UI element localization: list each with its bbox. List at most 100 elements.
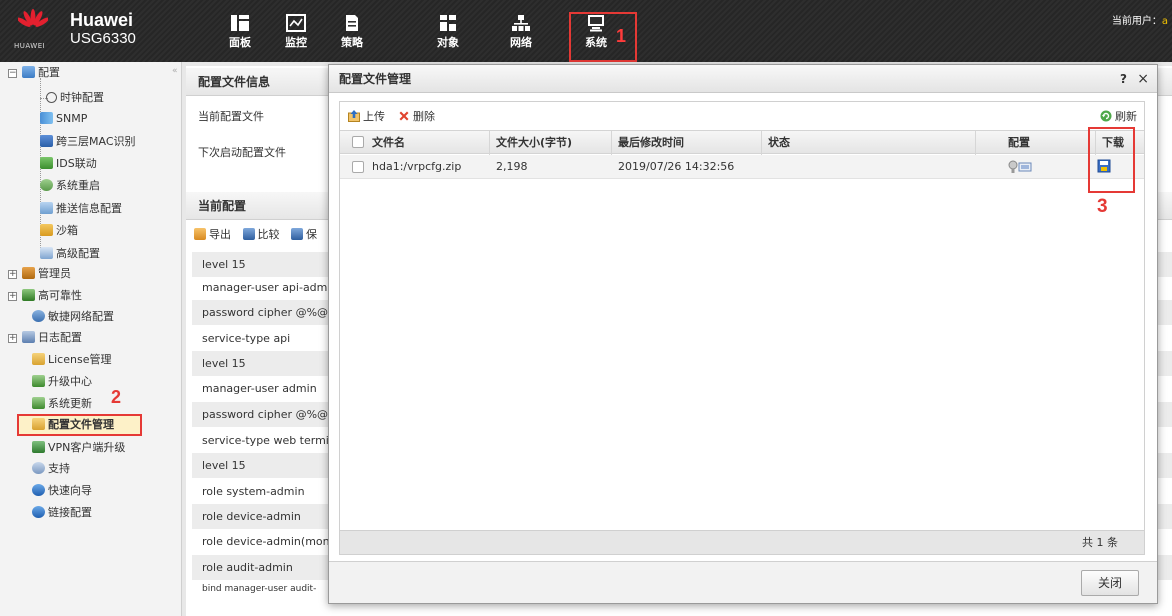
sidebar-item-label: 高可靠性 (38, 289, 82, 302)
sidebar-item-clock[interactable]: 时钟配置 (46, 89, 104, 107)
help-icon[interactable]: ? (1120, 65, 1127, 93)
current-user-value[interactable]: a (1162, 16, 1168, 27)
sidebar-item-label: 敏捷网络配置 (48, 310, 114, 323)
sidebar-item-label: 配置文件管理 (48, 418, 114, 431)
column-header-status[interactable]: 状态 (762, 131, 976, 155)
export-button[interactable]: 导出 (194, 226, 231, 242)
sidebar-item-config[interactable]: 配置 (22, 64, 60, 82)
column-header-modified[interactable]: 最后修改时间 (612, 131, 762, 155)
nav-dashboard[interactable]: 面板 (215, 10, 265, 56)
quick-wizard-icon (32, 484, 45, 496)
system-update-icon (32, 397, 45, 409)
agile-network-icon (32, 310, 45, 322)
select-all-checkbox[interactable] (352, 136, 364, 148)
sidebar-item-mac-identify[interactable]: 跨三层MAC识别 (40, 133, 136, 151)
sidebar-item-admin[interactable]: 管理员 (22, 265, 71, 283)
sidebar-item-advanced[interactable]: 高级配置 (40, 245, 100, 263)
sidebar-item-sandbox[interactable]: 沙箱 (40, 222, 78, 240)
sidebar-item-high-availability[interactable]: 高可靠性 (22, 287, 82, 305)
config-file-icon (32, 418, 45, 430)
nav-label: 策略 (341, 36, 363, 49)
save-button[interactable]: 保 (291, 226, 317, 242)
nav-policy[interactable]: 策略 (327, 10, 377, 56)
mac-identify-icon (40, 135, 53, 147)
close-button[interactable]: 关闭 (1081, 570, 1139, 596)
sidebar-item-log-config[interactable]: 日志配置 (22, 329, 82, 347)
sidebar-collapse-icon[interactable]: « (172, 66, 178, 76)
sidebar-item-support[interactable]: 支持 (32, 460, 70, 478)
sidebar-item-ids[interactable]: IDS联动 (40, 155, 97, 173)
advanced-config-icon (40, 247, 53, 259)
sidebar-item-config-file-management[interactable]: 配置文件管理 (32, 416, 114, 434)
nav-network[interactable]: 网络 (496, 10, 546, 56)
table-row[interactable]: hda1:/vrpcfg.zip 2,198 2019/07/26 14:32:… (340, 155, 1144, 179)
sidebar-item-restart[interactable]: 系统重启 (40, 177, 100, 195)
monitor-chart-icon (286, 14, 306, 32)
current-config-file-label: 当前配置文件 (198, 110, 264, 123)
config-folder-icon (22, 66, 35, 78)
sidebar-item-label: 高级配置 (56, 247, 100, 260)
sidebar-item-label: 快速向导 (48, 484, 92, 497)
export-label: 导出 (209, 228, 231, 241)
logo-text: HUAWEI (14, 42, 46, 50)
dialog-body: 上传 删除 刷新 文件名 文件大小(字节) 最后修改时间 状态 配置 下载 hd… (339, 101, 1145, 555)
compare-icon (242, 228, 255, 240)
snmp-icon (40, 112, 53, 124)
sidebar-item-label: License管理 (48, 353, 112, 366)
sidebar-item-label: 管理员 (38, 267, 71, 280)
export-icon (194, 228, 206, 240)
sidebar-item-push-message[interactable]: 推送信息配置 (40, 200, 122, 218)
column-header-config[interactable]: 配置 (976, 131, 1096, 155)
product-name: Huawei (70, 10, 134, 30)
sidebar-item-label: IDS联动 (56, 157, 97, 170)
top-header: HUAWEI Huawei USG6330 面板 监控 策略 对象 网络 系统 … (0, 0, 1172, 62)
close-icon[interactable]: × (1137, 65, 1149, 93)
ids-shield-icon (40, 157, 53, 169)
nav-monitor[interactable]: 监控 (271, 10, 321, 56)
expand-collapse-icon[interactable]: − (8, 69, 17, 78)
sidebar-item-label: 跨三层MAC识别 (56, 135, 136, 148)
expand-collapse-icon[interactable]: + (8, 334, 17, 343)
expand-collapse-icon[interactable]: + (8, 292, 17, 301)
refresh-button[interactable]: 刷新 (1100, 108, 1137, 124)
sidebar-item-snmp[interactable]: SNMP (40, 110, 87, 128)
compare-button[interactable]: 比较 (242, 226, 280, 242)
nav-label: 对象 (437, 36, 459, 49)
sidebar-item-system-update[interactable]: 系统更新 (32, 395, 92, 413)
admin-icon (22, 267, 35, 279)
sandbox-icon (40, 224, 53, 236)
cell-size: 2,198 (496, 160, 528, 173)
sidebar-item-upgrade-center[interactable]: 升级中心 (32, 373, 92, 391)
next-startup-config-label: 下次启动配置文件 (198, 146, 286, 159)
column-header-size[interactable]: 文件大小(字节) (490, 131, 612, 155)
row-checkbox[interactable] (352, 161, 364, 173)
sidebar-item-vpn-client[interactable]: VPN客户端升级 (32, 439, 125, 457)
sidebar-item-agile-network[interactable]: 敏捷网络配置 (32, 308, 114, 326)
sidebar-item-link-config[interactable]: 链接配置 (32, 504, 92, 522)
nav-object[interactable]: 对象 (423, 10, 473, 56)
current-user: 当前用户：a (1112, 12, 1168, 27)
save-icon (291, 228, 303, 240)
sidebar-item-label: 日志配置 (38, 331, 82, 344)
sidebar-item-label: 链接配置 (48, 506, 92, 519)
nav-label: 面板 (229, 36, 251, 49)
push-message-icon (40, 202, 53, 214)
sidebar-item-label: 系统更新 (48, 397, 92, 410)
vpn-client-icon (32, 441, 45, 453)
clock-icon (46, 92, 57, 103)
sidebar-item-label: 升级中心 (48, 375, 92, 388)
set-startup-config-icon[interactable] (1008, 160, 1034, 177)
sidebar-item-license[interactable]: License管理 (32, 351, 111, 369)
column-header-filename[interactable]: 文件名 (366, 131, 490, 155)
huawei-logo-icon (18, 9, 48, 27)
expand-collapse-icon[interactable]: + (8, 270, 17, 279)
sidebar-item-label: 系统重启 (56, 179, 100, 192)
nav-label: 监控 (285, 36, 307, 49)
sidebar-item-label: 配置 (38, 66, 60, 79)
network-tree-icon (512, 15, 530, 31)
sidebar-item-quick-wizard[interactable]: 快速向导 (32, 482, 92, 500)
brand: HUAWEI Huawei USG6330 (12, 8, 182, 54)
upload-icon (348, 110, 360, 122)
delete-button[interactable]: 删除 (398, 108, 435, 124)
upload-button[interactable]: 上传 (348, 108, 385, 124)
